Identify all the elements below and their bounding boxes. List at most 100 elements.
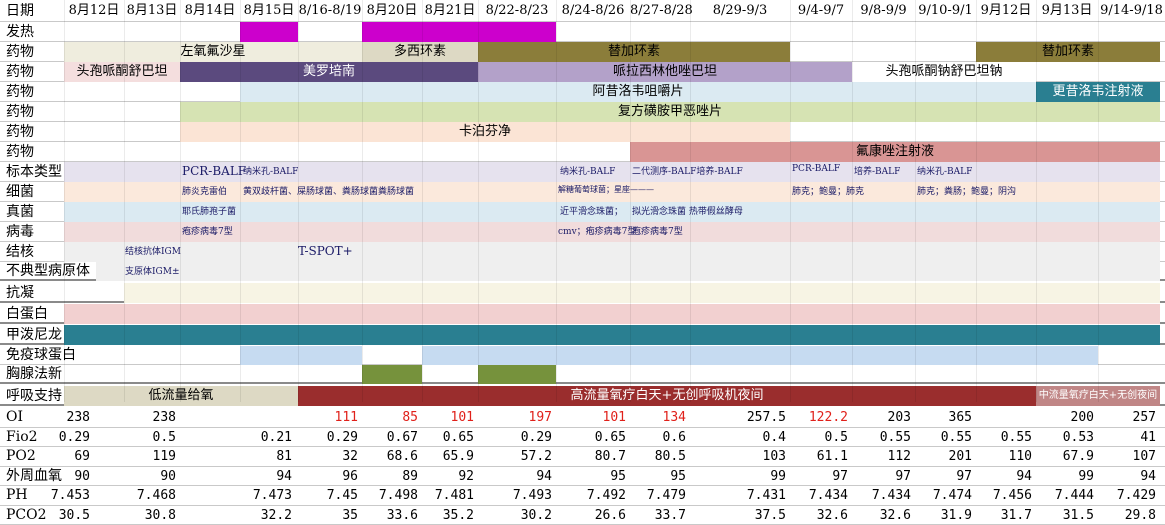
lab-value: 197 (492, 408, 552, 427)
atypical-row-label: 不典型病原体 (6, 262, 90, 281)
atypical-bg (96, 262, 1160, 281)
lab-value: 7.434 (788, 486, 848, 505)
thymosin-row-label: 胸腺法新 (6, 365, 62, 384)
lab-value: 200 (1034, 408, 1094, 427)
date-header-row-label: 日期 (6, 0, 34, 22)
lab-value: 7.434 (851, 486, 911, 505)
lab-label: OI (6, 408, 23, 427)
specimen-row: 标本类型PCR-BALF纳米孔-BALF纳米孔-BALF二代测序-BALF培养-… (0, 162, 1165, 182)
lab-value: 0.29 (492, 428, 552, 447)
lab-value: 97 (851, 467, 911, 486)
lab-value: 0.53 (1034, 428, 1094, 447)
ig-row: 免疫球蛋白 (0, 346, 1165, 365)
lab-value: 61.1 (788, 447, 848, 466)
date-header-cell: 8/27-8/28 (630, 0, 690, 22)
drug-row-3: 药物阿昔洛韦咀嚼片更昔洛韦注射液 (0, 82, 1165, 102)
ig-bar (422, 346, 1098, 365)
ganciclovir-bar: 更昔洛韦注射液 (1036, 82, 1160, 102)
drug-row-3-label: 药物 (6, 82, 34, 102)
specimen-note: 纳米孔-BALF (243, 164, 298, 177)
tigecycline-bar-2: 替加环素 (976, 42, 1160, 62)
lab-label: PH (6, 486, 28, 505)
lab-row-pco2: PCO230.530.832.23533.635.230.226.633.737… (0, 506, 1165, 525)
virus-row: 病毒疱疹病毒7型cmv；疱疹病毒7型疱疹病毒7型 (0, 222, 1165, 242)
date-header-cell: 8月15日 (240, 0, 298, 22)
lab-row-spo2: 外周血氧90909496899294959599979797949994 (0, 467, 1165, 487)
lab-value: 7.493 (492, 486, 552, 505)
date-header-cell: 9/8-9/9 (852, 0, 915, 22)
lab-value: 68.6 (358, 447, 418, 466)
mid-flow-bar: 中流量氧疗白天+无创夜间 (1036, 386, 1160, 406)
drug-row-6-label: 药物 (6, 142, 34, 162)
lab-value: 0.65 (566, 428, 626, 447)
fungi-note: 近平滑念珠菌； (560, 204, 623, 217)
lab-value: 41 (1096, 428, 1156, 447)
date-header-cell: 8/29-9/3 (690, 0, 790, 22)
lab-value: 7.479 (626, 486, 686, 505)
lab-value: 110 (972, 447, 1032, 466)
virus-note: cmv；疱疹病毒7型 (558, 224, 636, 237)
ig-bar (240, 346, 362, 365)
lab-value: 95 (626, 467, 686, 486)
tb-bg (64, 242, 1160, 262)
date-header-cell: 8月12日 (64, 0, 124, 22)
bacteria-note: 黄双歧杆菌、屎肠球菌、粪肠球菌粪肠球菌 (243, 184, 414, 197)
fever-bar (240, 22, 298, 42)
thymosin-bar (478, 365, 556, 384)
lab-value: 90 (30, 467, 90, 486)
lab-row-oi: OI23823811185101197101134257.5122.220336… (0, 408, 1165, 428)
lab-value: 94 (492, 467, 552, 486)
lab-value: 67.9 (1034, 447, 1094, 466)
drug-row-1-label: 药物 (6, 42, 34, 62)
lab-value: 134 (626, 408, 686, 427)
lab-value: 201 (912, 447, 972, 466)
tigecycline-bar: 替加环素 (478, 42, 790, 62)
tb-row-label: 结核 (6, 242, 34, 262)
lab-value: 80.5 (626, 447, 686, 466)
lab-value: 7.473 (232, 486, 292, 505)
fluconazole-bar: 氟康唑注射液 (630, 142, 1160, 162)
cefoperazone-sodium-bar: 头孢哌酮钠舒巴坦钠 (852, 62, 1036, 82)
lab-value: 0.5 (788, 428, 848, 447)
caspofungin-bar: 卡泊芬净 (180, 122, 790, 142)
lab-value: 122.2 (788, 408, 848, 427)
lab-value: 0.6 (626, 428, 686, 447)
lab-value: 7.498 (358, 486, 418, 505)
bacteria-row-label: 细菌 (6, 182, 34, 202)
specimen-note: PCR-BALF (182, 164, 246, 178)
fungi-row: 真菌耶氏肺孢子菌近平滑念珠菌；拟光滑念珠菌 热带假丝酵母 (0, 202, 1165, 222)
date-header-cell: 8月21日 (422, 0, 478, 22)
lab-value: 7.45 (298, 486, 358, 505)
virus-note: 疱疹病毒7型 (182, 224, 233, 237)
lab-value: 112 (851, 447, 911, 466)
lab-value: 7.444 (1034, 486, 1094, 505)
atypical-row: 不典型病原体支原体IGM± (0, 262, 1165, 281)
bacteria-row: 细菌肺炎克雷伯黄双歧杆菌、屎肠球菌、粪肠球菌粪肠球菌解糖葡萄球菌；星座———肺克… (0, 182, 1165, 202)
clinical-timeline-table: 日期8月12日8月13日8月14日8月15日8/16-8/198月20日8月21… (0, 0, 1165, 522)
lab-value: 97 (912, 467, 972, 486)
drug-row-2: 药物头孢哌酮舒巴坦美罗培南哌拉西林他唑巴坦头孢哌酮钠舒巴坦钠 (0, 62, 1165, 82)
mp-row: 甲泼尼龙 (0, 325, 1165, 345)
lab-value: 257 (1096, 408, 1156, 427)
anticoag-row: 抗凝 (0, 283, 1165, 303)
lab-value: 97 (788, 467, 848, 486)
lab-value: 69 (30, 447, 90, 466)
lab-row-po2: PO269119813268.665.957.280.780.510361.11… (0, 447, 1165, 467)
date-header-cell: 8月13日 (124, 0, 180, 22)
lab-value: 111 (298, 408, 358, 427)
date-header-cell: 8月14日 (180, 0, 240, 22)
tb-note: T-SPOT+ (298, 244, 353, 258)
lab-row-fio2: Fio20.290.50.210.290.670.650.290.650.60.… (0, 428, 1165, 448)
lab-value: 81 (232, 447, 292, 466)
albumin-bar (64, 304, 1160, 324)
levofloxacin-bar: 左氧氟沙星 (64, 42, 362, 62)
lab-value: 7.474 (912, 486, 972, 505)
lab-value: 94 (1096, 467, 1156, 486)
lab-value: 365 (912, 408, 972, 427)
lab-value: 0.29 (30, 428, 90, 447)
low-flow-bar: 低流量给氧 (64, 386, 298, 406)
mp-row-label: 甲泼尼龙 (6, 325, 62, 345)
date-header-cell: 8/16-8/19 (298, 0, 362, 22)
lab-value: 101 (566, 408, 626, 427)
doxycycline-bar: 多西环素 (362, 42, 478, 62)
